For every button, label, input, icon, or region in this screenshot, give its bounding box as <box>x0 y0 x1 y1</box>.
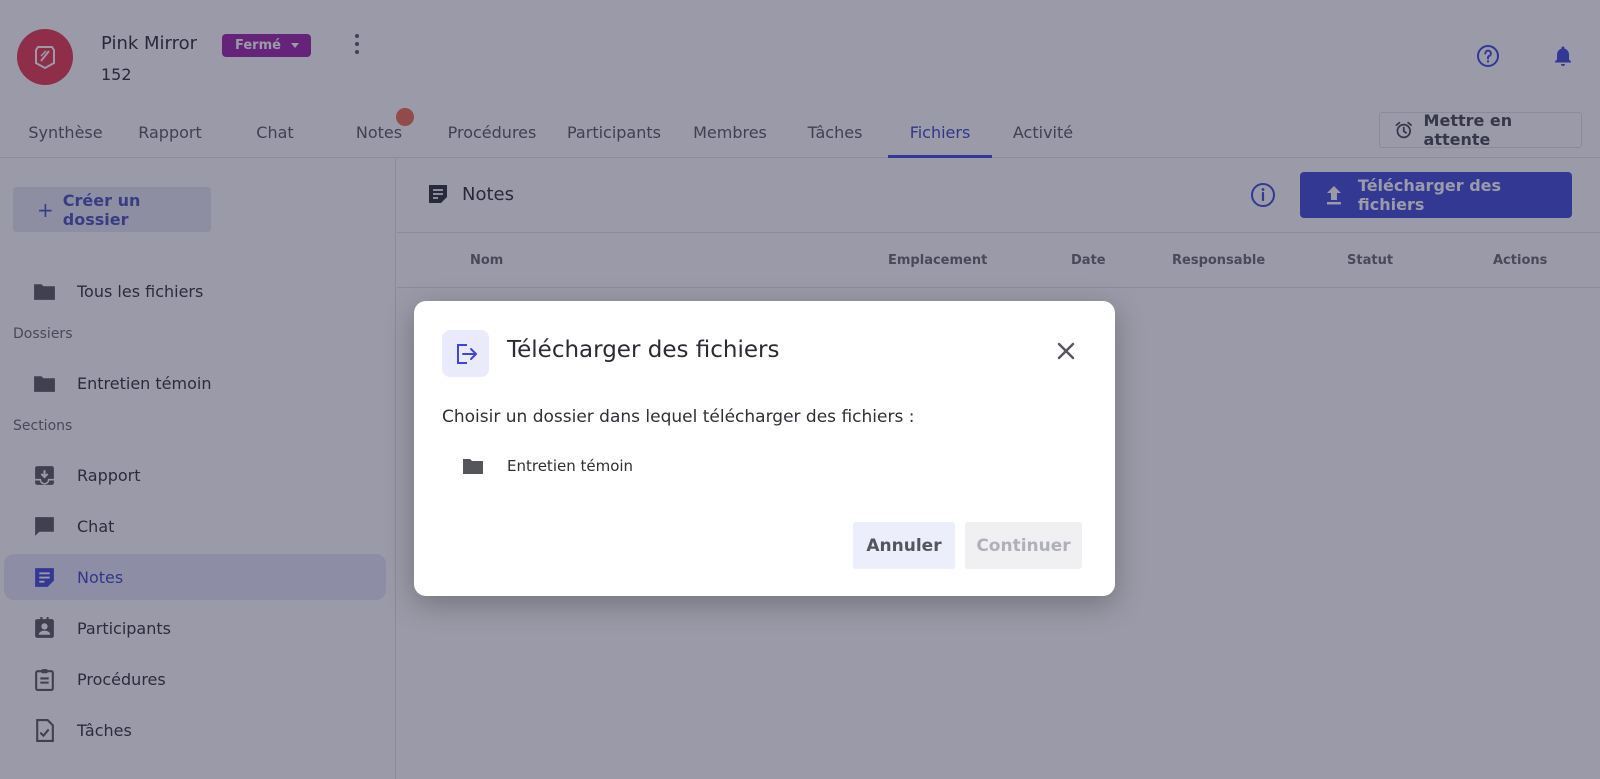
upload-dialog-icon <box>442 330 489 377</box>
continue-button[interactable]: Continuer <box>965 522 1082 569</box>
dialog-instructions: Choisir un dossier dans lequel télécharg… <box>442 407 915 427</box>
cancel-button[interactable]: Annuler <box>853 522 955 569</box>
folder-option[interactable]: Entretien témoin <box>460 454 633 478</box>
upload-files-dialog: Télécharger des fichiers Choisir un doss… <box>414 301 1115 596</box>
folder-option-label: Entretien témoin <box>507 457 634 475</box>
close-icon[interactable] <box>1054 339 1078 363</box>
folder-icon <box>463 459 483 474</box>
dialog-title: Télécharger des fichiers <box>507 337 780 363</box>
file-export-icon <box>456 343 477 364</box>
